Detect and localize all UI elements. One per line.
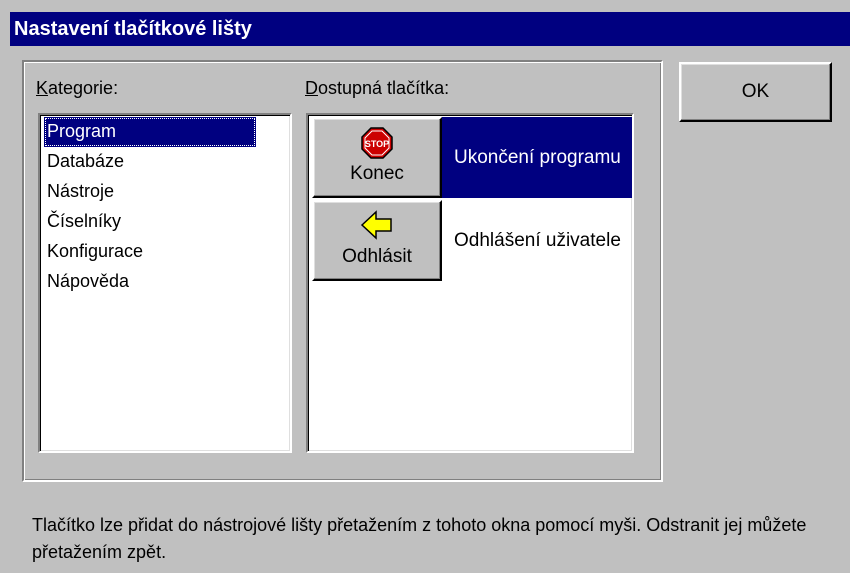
category-item-konfigurace[interactable]: Konfigurace xyxy=(44,237,146,267)
button-row-odhlasit[interactable]: Odhlásit Odhlášení uživatele xyxy=(312,200,632,281)
odhlasit-button[interactable]: Odhlásit xyxy=(312,200,442,281)
arrow-left-icon xyxy=(360,210,392,240)
stop-icon: STOP xyxy=(361,127,393,159)
category-item-ciselniky[interactable]: Číselníky xyxy=(44,207,124,237)
toolbar-settings-dialog: Nastavení tlačítkové lišty Kategorie: Pr… xyxy=(0,0,850,573)
odhlasit-button-label: Odhlásit xyxy=(342,246,412,267)
konec-button-label: Konec xyxy=(350,163,404,184)
category-item-napoveda[interactable]: Nápověda xyxy=(44,267,132,297)
title-bar[interactable]: Nastavení tlačítkové lišty xyxy=(10,12,850,46)
category-item-nastroje[interactable]: Nástroje xyxy=(44,177,117,207)
konec-description: Ukončení programu xyxy=(442,117,632,198)
hint-text: Tlačítko lze přidat do nástrojové lišty … xyxy=(32,515,807,562)
ok-button-label: OK xyxy=(741,81,770,102)
svg-text:STOP: STOP xyxy=(365,139,389,149)
available-buttons-list[interactable]: STOP Konec Ukončení programu Odhlásit Od… xyxy=(306,113,634,453)
ok-button[interactable]: OK xyxy=(679,62,832,122)
odhlasit-description: Odhlášení uživatele xyxy=(454,230,621,251)
categories-listbox[interactable]: Program Databáze Nástroje Číselníky Konf… xyxy=(38,113,292,453)
category-item-databaze[interactable]: Databáze xyxy=(44,147,127,177)
button-row-konec[interactable]: STOP Konec Ukončení programu xyxy=(312,117,632,198)
available-buttons-label: Dostupná tlačítka: xyxy=(305,78,450,98)
categories-label: Kategorie: xyxy=(36,78,119,98)
window-title: Nastavení tlačítkové lišty xyxy=(14,18,252,40)
category-item-program[interactable]: Program xyxy=(44,117,256,147)
konec-button[interactable]: STOP Konec xyxy=(312,117,442,198)
